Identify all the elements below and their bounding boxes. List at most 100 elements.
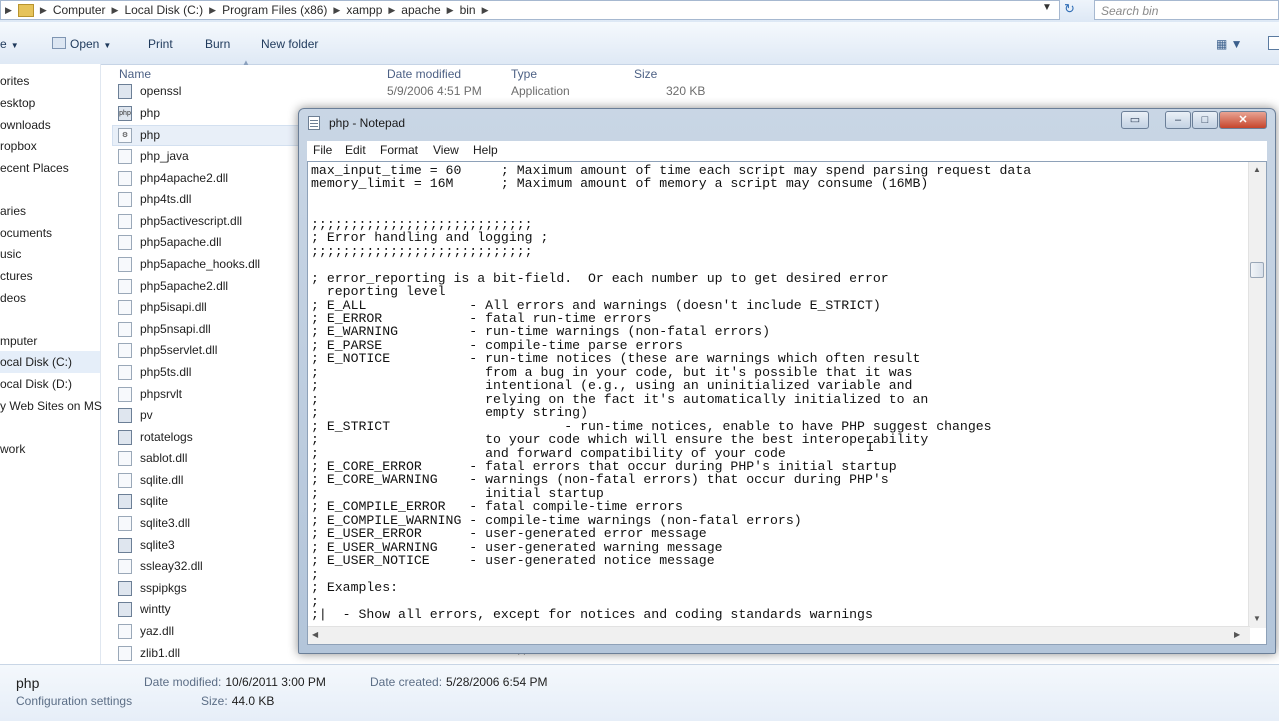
column-header-type[interactable]: Type — [511, 67, 537, 81]
address-dropdown-icon[interactable]: ▼ — [1042, 2, 1052, 13]
list-item[interactable]: phpsrvlt — [118, 384, 182, 404]
scroll-down-icon[interactable]: ▼ — [1253, 614, 1261, 623]
notepad-window[interactable]: php - Notepad ▭ – □ ✕ File Edit Format V… — [298, 108, 1276, 654]
document-text[interactable]: max_input_time = 60 ; Maximum amount of … — [311, 164, 1246, 621]
list-item[interactable]: sqlite.dll — [118, 470, 183, 490]
window-title: php - Notepad — [329, 116, 406, 130]
nav-dropbox[interactable]: ropbox — [0, 139, 37, 153]
list-item[interactable]: pv — [118, 405, 153, 425]
list-item[interactable]: php5servlet.dll — [118, 340, 217, 360]
open-button[interactable]: Open ▼ — [52, 37, 111, 51]
menu-file[interactable]: File — [313, 143, 332, 157]
list-item[interactable]: yaz.dll — [118, 621, 174, 641]
menu-format[interactable]: Format — [380, 143, 418, 157]
maximize-button[interactable]: □ — [1192, 111, 1218, 129]
dll-icon — [118, 278, 132, 294]
minimize-button[interactable]: – — [1165, 111, 1191, 129]
list-item[interactable]: ssleay32.dll — [118, 556, 203, 576]
vertical-scrollbar[interactable]: ▲ ▼ — [1248, 162, 1266, 628]
scroll-left-icon[interactable]: ◀ — [312, 630, 318, 639]
list-item[interactable]: php php — [118, 103, 160, 123]
details-pane: php Configuration settings Date modified… — [0, 664, 1279, 721]
nav-downloads[interactable]: ownloads — [0, 118, 51, 132]
list-item[interactable]: php5ts.dll — [118, 362, 191, 382]
list-item[interactable]: php4ts.dll — [118, 189, 191, 209]
dll-icon — [118, 256, 132, 272]
dll-icon — [118, 472, 132, 488]
i-beam-cursor-icon: I — [866, 440, 875, 456]
breadcrumb-local-disk[interactable]: Local Disk (C:) — [124, 3, 203, 17]
chevron-right-icon: ▶ — [446, 4, 454, 15]
nav-libraries[interactable]: aries — [0, 204, 26, 218]
list-item[interactable]: sqlite — [118, 491, 168, 511]
text-editor[interactable]: max_input_time = 60 ; Maximum amount of … — [307, 161, 1267, 645]
scroll-right-icon[interactable]: ▶ — [1234, 630, 1240, 639]
menu-help[interactable]: Help — [473, 143, 498, 157]
navigation-pane: orites esktop ownloads ropbox ecent Plac… — [0, 64, 102, 664]
search-input[interactable]: Search bin — [1094, 0, 1279, 20]
list-item[interactable]: php5nsapi.dll — [118, 319, 211, 339]
list-item[interactable]: php4apache2.dll — [118, 168, 228, 188]
list-item[interactable]: rotatelogs — [118, 427, 193, 447]
nav-computer[interactable]: mputer — [0, 334, 37, 348]
nav-videos[interactable]: deos — [0, 291, 26, 305]
scroll-up-icon[interactable]: ▲ — [1253, 165, 1261, 174]
column-header-size[interactable]: Size — [634, 67, 657, 81]
close-button[interactable]: ✕ — [1219, 111, 1267, 129]
folder-icon — [17, 3, 34, 17]
nav-web-sites[interactable]: y Web Sites on MS — [0, 399, 102, 413]
list-item[interactable]: wintty — [118, 599, 171, 619]
list-item[interactable]: openssl — [118, 81, 181, 101]
list-item[interactable]: ⚙ php — [118, 125, 160, 145]
burn-button[interactable]: Burn — [205, 37, 230, 51]
application-icon — [118, 537, 132, 553]
column-header-name[interactable]: Name — [119, 67, 151, 81]
list-item[interactable]: sspipkgs — [118, 578, 187, 598]
list-item[interactable]: sablot.dll — [118, 448, 187, 468]
chevron-right-icon: ▶ — [481, 4, 489, 15]
list-item[interactable]: zlib1.dll — [118, 643, 180, 663]
breadcrumb-program-files[interactable]: Program Files (x86) — [222, 3, 327, 17]
nav-desktop[interactable]: esktop — [0, 96, 35, 110]
nav-favorites[interactable]: orites — [0, 74, 29, 88]
nav-local-disk-c[interactable]: ocal Disk (C:) — [0, 355, 72, 369]
open-app-icon — [52, 37, 66, 49]
restore-down-icon[interactable]: ▭ — [1121, 111, 1149, 129]
nav-recent-places[interactable]: ecent Places — [0, 161, 69, 175]
nav-music[interactable]: usic — [0, 247, 21, 261]
list-item[interactable]: php5apache_hooks.dll — [118, 254, 260, 274]
list-item[interactable]: php5apache.dll — [118, 232, 221, 252]
breadcrumb-apache[interactable]: apache — [401, 3, 440, 17]
refresh-icon[interactable]: ↻ — [1064, 1, 1075, 17]
menu-view[interactable]: View — [433, 143, 459, 157]
horizontal-scrollbar[interactable]: ◀ ▶ — [308, 626, 1250, 644]
column-header-date-modified[interactable]: Date modified — [387, 67, 461, 81]
print-button[interactable]: Print — [148, 37, 173, 51]
preview-pane-icon[interactable] — [1268, 36, 1279, 50]
breadcrumb-computer[interactable]: Computer — [53, 3, 106, 17]
list-item[interactable]: php_java — [118, 146, 189, 166]
list-item[interactable]: sqlite3.dll — [118, 513, 190, 533]
list-item[interactable]: sqlite3 — [118, 535, 175, 555]
chevron-right-icon: ▶ — [333, 4, 341, 15]
organize-button[interactable]: e ▼ — [0, 37, 19, 51]
list-item[interactable]: php5apache2.dll — [118, 276, 228, 296]
dll-icon — [118, 170, 132, 186]
breadcrumb[interactable]: ▶ ▶ Computer ▶ Local Disk (C:) ▶ Program… — [0, 0, 1060, 20]
details-file-type: Configuration settings — [16, 694, 133, 708]
new-folder-button[interactable]: New folder — [261, 37, 318, 51]
menu-edit[interactable]: Edit — [345, 143, 366, 157]
nav-network[interactable]: work — [0, 442, 25, 456]
dll-icon — [118, 191, 132, 207]
dll-icon — [118, 342, 132, 358]
application-icon — [118, 580, 132, 596]
scrollbar-thumb[interactable] — [1250, 262, 1264, 278]
nav-local-disk-d[interactable]: ocal Disk (D:) — [0, 377, 72, 391]
breadcrumb-bin[interactable]: bin — [460, 3, 476, 17]
breadcrumb-xampp[interactable]: xampp — [346, 3, 382, 17]
nav-pictures[interactable]: ctures — [0, 269, 33, 283]
list-item[interactable]: php5isapi.dll — [118, 297, 207, 317]
view-options-icon[interactable]: ▦ ▼ — [1216, 37, 1243, 51]
list-item[interactable]: php5activescript.dll — [118, 211, 242, 231]
nav-documents[interactable]: ocuments — [0, 226, 52, 240]
